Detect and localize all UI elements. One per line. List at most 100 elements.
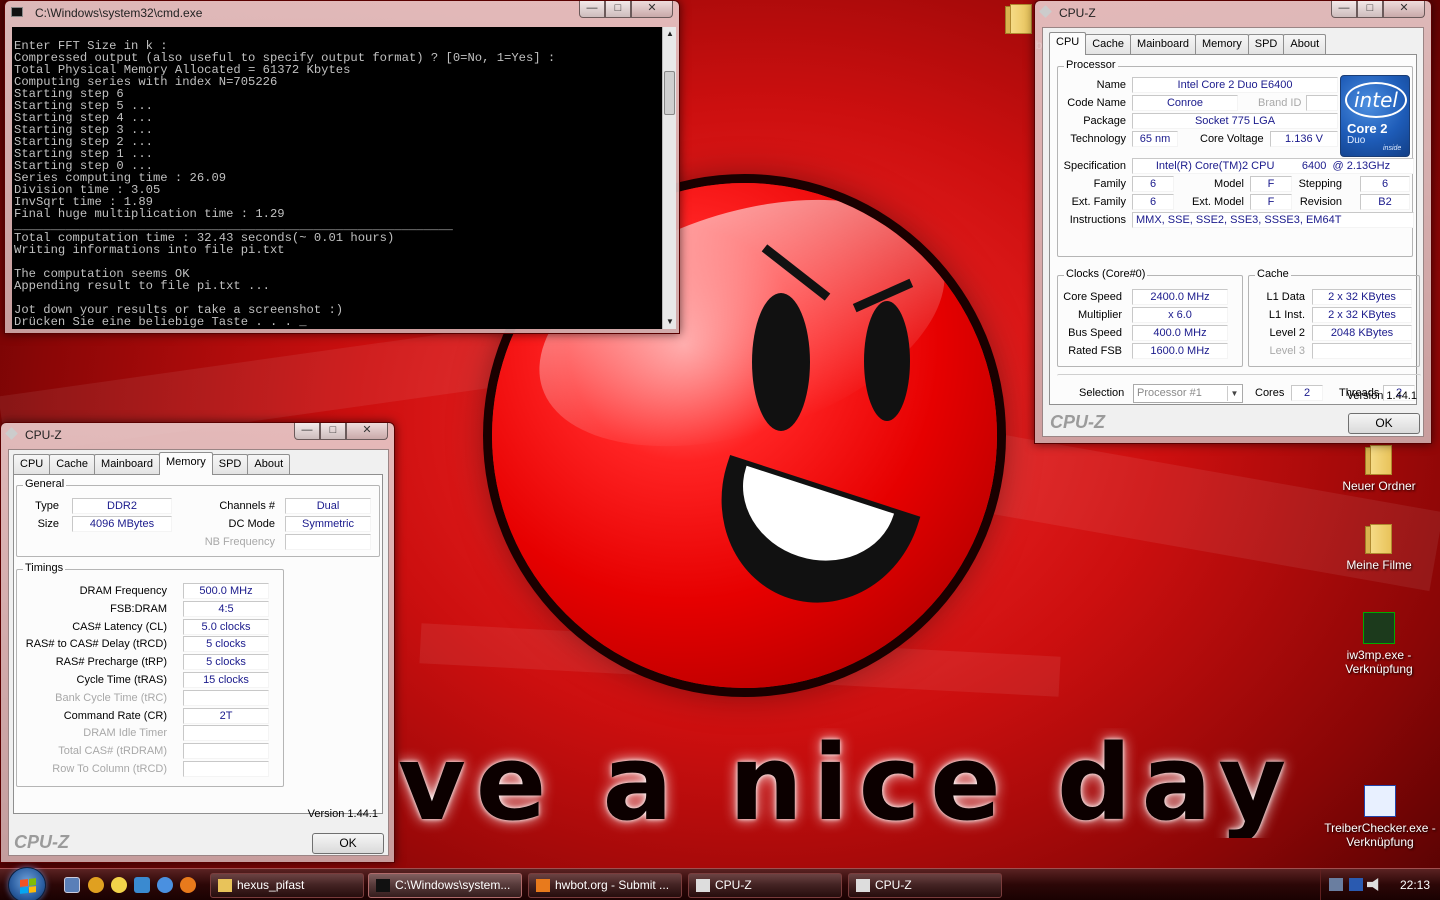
info-icon[interactable] [88,877,104,893]
close-button[interactable]: ✕ [346,423,388,440]
cpuz-memory-window[interactable]: CPU-Z — □ ✕ CPU Cache Mainboard Memory S… [0,422,395,863]
model-label: Model [1214,178,1244,190]
iw3mp-exe-icon [1363,612,1395,644]
scroll-down-icon[interactable]: ▼ [663,315,677,329]
multiplier-label: Multiplier [1077,309,1122,321]
cmd-icon [11,7,23,17]
cmd-title: C:\Windows\system32\cmd.exe [35,6,203,20]
tab-cache[interactable]: Cache [49,454,96,474]
nb-frequency-label: NB Frequency [204,536,275,548]
level3-value [1312,343,1412,359]
tab-about[interactable]: About [247,454,291,474]
timing-label: RAS# to CAS# Delay (tRCD) [25,638,167,651]
desktop-icon-label: Neuer Ordner [1342,479,1416,493]
desktop-icon-label: iw3mp.exe - Verknüpfung [1345,648,1413,676]
browser-icon[interactable] [157,877,173,893]
tool-icon[interactable] [134,877,150,893]
scroll-up-icon[interactable]: ▲ [663,27,677,41]
cmd-titlebar[interactable]: C:\Windows\system32\cmd.exe — □ ✕ [5,1,679,23]
clock-gadget-icon[interactable] [111,877,127,893]
wallpaper-slogan: ve a nice day [398,728,1297,838]
instructions-value: MMX, SSE, SSE2, SSE3, SSSE3, EM64T [1132,212,1414,228]
show-desktop-icon[interactable] [64,877,80,893]
taskbar-button[interactable]: CPU-Z [848,873,1002,898]
memory-type-value: DDR2 [72,498,172,514]
selection-label: Selection [1079,387,1125,399]
minimize-button[interactable]: — [1331,1,1357,18]
cpuz-brand: CPU-Z [1050,412,1105,432]
cpuz-titlebar[interactable]: CPU-Z — □ ✕ [1,423,394,445]
instructions-label: Instructions [1069,214,1126,226]
taskbar-button[interactable]: CPU-Z [688,873,842,898]
console-output-area[interactable]: Enter FFT Size in k : Compressed output … [12,27,662,329]
taskbar-button-label: CPU-Z [875,878,912,892]
nb-frequency-value [285,534,371,550]
console-scrollbar[interactable]: ▲ ▼ [662,27,676,329]
chevron-down-icon[interactable]: ▼ [1227,386,1241,401]
memory-size-value: 4096 MBytes [72,516,172,532]
tab-cpu[interactable]: CPU [13,454,51,474]
firefox-icon[interactable] [180,877,196,893]
timing-value: 2T [183,707,269,724]
timing-label: FSB:DRAM [110,602,167,615]
timing-value: 500.0 MHz [183,583,269,599]
tab-about[interactable]: About [1283,34,1327,54]
close-button[interactable]: ✕ [631,1,673,18]
cores-value: 2 [1291,385,1323,401]
cmd-window[interactable]: C:\Windows\system32\cmd.exe — □ ✕ Enter … [4,0,680,334]
close-button[interactable]: ✕ [1383,1,1425,18]
technology-value: 65 nm [1132,131,1178,147]
cpuz-titlebar[interactable]: CPU-Z — □ ✕ [1035,1,1431,23]
tab-mainboard[interactable]: Mainboard [1130,34,1197,54]
tab-memory[interactable]: Memory [1195,34,1249,54]
taskbar-clock[interactable]: 22:13 [1400,878,1430,892]
maximize-button[interactable]: □ [1357,1,1383,18]
tab-cache[interactable]: Cache [1085,34,1132,54]
taskbar-button[interactable]: C:\Windows\system... [368,873,522,898]
cpuz-cpu-window[interactable]: CPU-Z — □ ✕ CPU Cache Mainboard Memory S… [1034,0,1432,444]
cpu-name-value: Intel Core 2 Duo E6400 [1132,77,1338,93]
maximize-button[interactable]: □ [605,1,631,18]
ext-model-value: F [1250,194,1292,210]
ok-button[interactable]: OK [1348,413,1420,434]
core-speed-label: Core Speed [1063,291,1122,303]
taskbar-button-label: CPU-Z [715,878,752,892]
scroll-thumb[interactable] [664,71,675,115]
maximize-button[interactable]: □ [320,423,346,440]
specification-value: Intel(R) Core(TM)2 CPU 6400 @ 2.13GHz [1132,158,1414,174]
desktop-icon-label: TreiberChecker.exe - Verknüpfung [1324,821,1436,849]
taskbar-button[interactable]: hexus_pifast [210,873,364,898]
package-label: Package [1083,115,1126,127]
general-group: General Type DDR2 Size 4096 MBytes Chann… [16,478,380,557]
tab-memory[interactable]: Memory [159,452,213,475]
core-voltage-label: Core Voltage [1200,133,1264,145]
processor-select[interactable]: Processor #1 ▼ [1133,384,1243,403]
network-icon[interactable] [1329,878,1343,891]
tab-mainboard[interactable]: Mainboard [94,454,161,474]
monitor-icon[interactable] [1349,878,1363,891]
timings-group: Timings DRAM Frequency 500.0 MHz FSB:DRAM 4… [16,562,284,787]
cpuz-body: CPU Cache Mainboard Memory SPD About Pro… [1042,27,1424,437]
folder-icon [1005,4,1033,34]
minimize-button[interactable]: — [294,423,320,440]
desktop-icon-iw3mp[interactable]: iw3mp.exe - Verknüpfung [1324,612,1434,676]
firefox-icon [536,879,550,892]
model-value: F [1250,176,1292,192]
level3-label: Level 3 [1269,345,1305,357]
ok-button[interactable]: OK [312,833,384,854]
tab-spd[interactable]: SPD [211,454,249,474]
timing-label: Total CAS# (tRDRAM) [58,745,167,758]
core-voltage-value: 1.136 V [1270,131,1338,147]
desktop-icon-treiberchecker[interactable]: TreiberChecker.exe - Verknüpfung [1322,785,1438,849]
cpuz-body: CPU Cache Mainboard Memory SPD About Gen… [8,449,389,856]
cache-group: Cache L1 Data 2 x 32 KBytes L1 Inst. 2 x… [1248,268,1420,367]
volume-icon[interactable] [1367,878,1379,891]
desktop-icon-meine-filme[interactable]: Meine Filme [1324,524,1434,572]
tab-cpu[interactable]: CPU [1049,32,1087,55]
start-button[interactable] [8,867,46,900]
processor-group: Processor Name Intel Core 2 Duo E6400 Co… [1057,59,1414,257]
taskbar-button[interactable]: hwbot.org - Submit ... [528,873,682,898]
desktop-icon-neuer-ordner[interactable]: Neuer Ordner [1324,445,1434,493]
minimize-button[interactable]: — [579,1,605,18]
tab-spd[interactable]: SPD [1247,34,1285,54]
